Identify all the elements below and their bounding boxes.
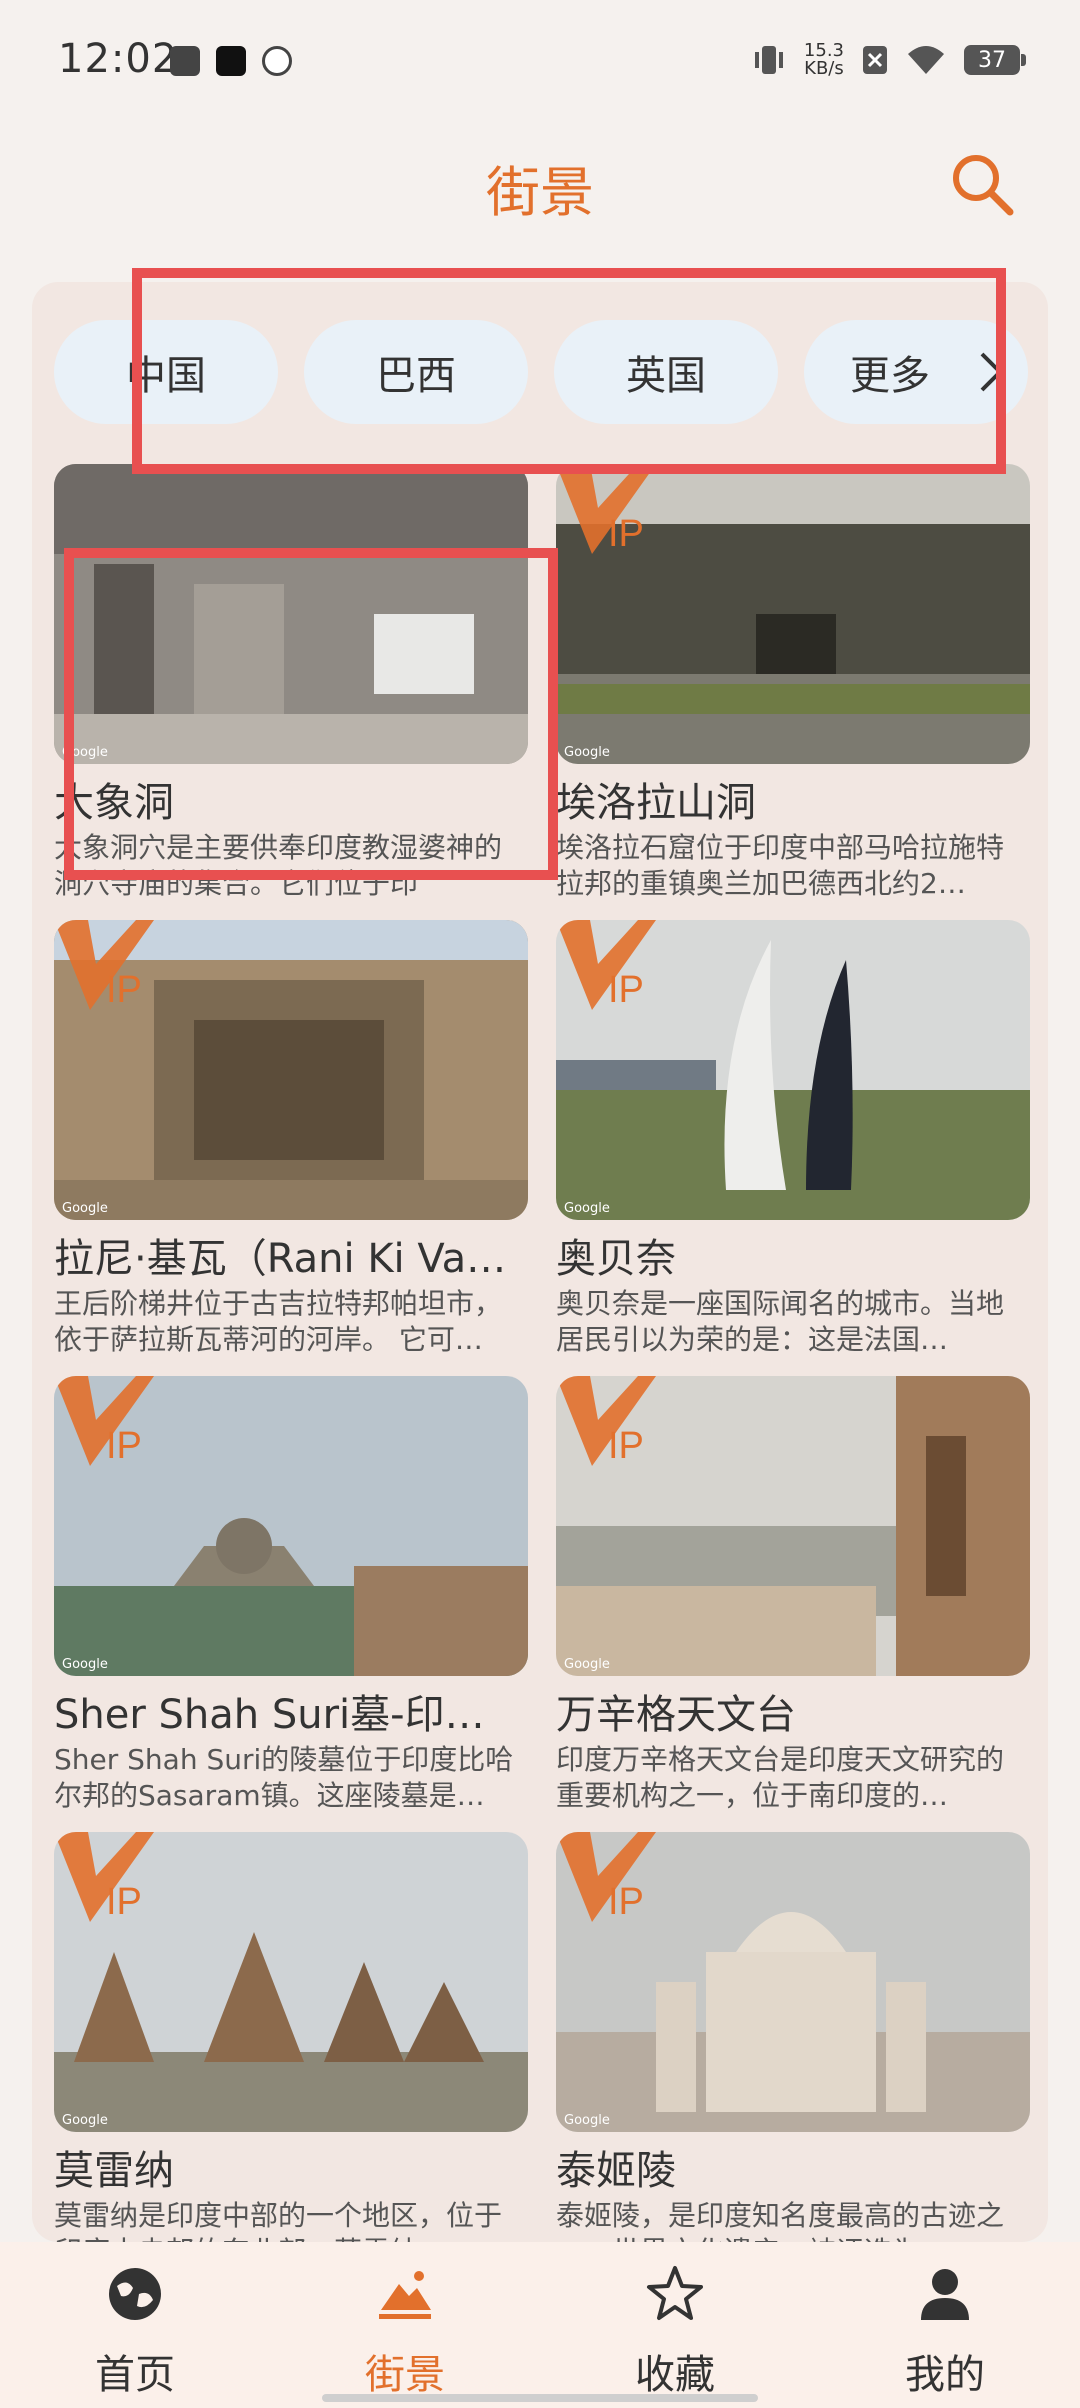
vibrate-icon <box>754 46 783 74</box>
place-name: 万辛格天文台 <box>556 1692 796 1738</box>
svg-text:IP: IP <box>106 1881 142 1923</box>
globe-icon <box>109 2268 161 2320</box>
place-thumbnail: IP Google <box>556 464 1030 764</box>
place-card[interactable]: IP Google 奥贝奈 奥贝奈是一座国际闻名的城市。当地居民引以为荣的是：这… <box>556 920 1030 1358</box>
bottom-nav: 首页 街景 收藏 我的 <box>0 2242 1080 2408</box>
place-description: 王后阶梯井位于古吉拉特邦帕坦市，依于萨拉斯瓦蒂河的河岸。 它可… <box>54 1287 503 1356</box>
place-name: 泰姬陵 <box>556 2148 676 2194</box>
person-icon <box>921 2269 969 2320</box>
home-indicator <box>322 2394 758 2402</box>
place-description: 莫雷纳是印度中部的一个地区，位于印度中央邦的东北部，莫雷纳… <box>54 2199 503 2242</box>
svg-text:IP: IP <box>608 1425 644 1467</box>
net-speed: 15.3 KB/s <box>803 40 844 79</box>
place-name: 奥贝奈 <box>556 1236 676 1282</box>
content-panel: 中国 巴西 英国 更多 Google 大象洞 大象洞穴是主要供奉印度教湿婆神的洞… <box>32 282 1048 2242</box>
place-description: 奥贝奈是一座国际闻名的城市。当地居民引以为荣的是：这是法国… <box>556 1287 1005 1356</box>
wifi-icon <box>908 46 944 74</box>
place-thumbnail: IP Google <box>54 1832 528 2132</box>
place-name: 埃洛拉山洞 <box>556 780 756 826</box>
chip-brazil[interactable]: 巴西 <box>304 320 528 424</box>
place-thumbnail: IP Google <box>556 920 1030 1220</box>
nav-item-favorites[interactable]: 收藏 <box>540 2242 810 2408</box>
place-thumbnail: Google <box>54 464 528 764</box>
country-filter-bar: 中国 巴西 英国 更多 <box>54 320 1028 424</box>
image-credit: Google <box>62 745 108 760</box>
page-title: 街景 <box>486 161 594 224</box>
place-card[interactable]: IP Google Sher Shah Suri墓-印… Sher Shah S… <box>54 1376 528 1814</box>
place-card[interactable]: IP Google 拉尼·基瓦（Rani Ki Vav） 王后阶梯井位于古吉拉特… <box>54 920 528 1358</box>
nav-item-home[interactable]: 首页 <box>0 2242 270 2408</box>
chip-uk[interactable]: 英国 <box>554 320 778 424</box>
search-icon[interactable] <box>948 150 1016 218</box>
image-credit: Google <box>564 1201 610 1216</box>
place-name: 莫雷纳 <box>54 2148 174 2194</box>
place-description: 大象洞穴是主要供奉印度教湿婆神的洞穴寺庙的集合。它们位于印 <box>54 831 503 900</box>
place-description: Sher Shah Suri的陵墓位于印度比哈尔邦的Sasaram镇。这座陵墓是… <box>54 1743 514 1812</box>
place-card[interactable]: IP Google 莫雷纳 莫雷纳是印度中部的一个地区，位于印度中央邦的东北部，… <box>54 1832 528 2242</box>
image-credit: Google <box>564 2113 610 2128</box>
place-name: 大象洞 <box>54 780 174 826</box>
place-description: 泰姬陵，是印度知名度最高的古迹之一，世界文化遗产，被评选为… <box>556 2199 1005 2242</box>
svg-text:IP: IP <box>608 513 644 555</box>
vip-badge-icon: IP <box>556 464 656 555</box>
vip-badge-icon: IP <box>54 920 154 1011</box>
place-description: 印度万辛格天文台是印度天文研究的重要机构之一，位于南印度的… <box>556 1743 1005 1812</box>
place-name: 拉尼·基瓦（Rani Ki Vav） <box>54 1236 528 1282</box>
vip-badge-icon: IP <box>54 1832 154 1923</box>
vip-badge-icon: IP <box>556 920 656 1011</box>
place-thumbnail: IP Google <box>556 1376 1030 1676</box>
status-time: 12:02 <box>58 36 179 82</box>
status-bar: 12:02 15.3 KB/s 37 <box>0 0 1080 120</box>
svg-text:IP: IP <box>106 1425 142 1467</box>
app-icon <box>262 46 292 76</box>
image-credit: Google <box>564 745 610 760</box>
place-thumbnail: IP Google <box>556 1832 1030 2132</box>
image-credit: Google <box>62 1657 108 1672</box>
image-credit: Google <box>62 2113 108 2128</box>
street-view-icon <box>379 2271 431 2319</box>
place-name: Sher Shah Suri墓-印… <box>54 1692 485 1738</box>
nav-item-street-view[interactable]: 街景 <box>270 2242 540 2408</box>
mail-icon <box>170 46 200 76</box>
sim-off-icon <box>863 46 887 74</box>
vip-badge-icon: IP <box>556 1832 656 1923</box>
place-card[interactable]: IP Google 埃洛拉山洞 埃洛拉石窟位于印度中部马哈拉施特拉邦的重镇奥兰加… <box>556 464 1030 902</box>
svg-text:IP: IP <box>106 969 142 1011</box>
battery-indicator: 37 <box>964 45 1026 75</box>
image-credit: Google <box>564 1657 610 1672</box>
vip-badge-icon: IP <box>556 1376 656 1467</box>
place-description: 埃洛拉石窟位于印度中部马哈拉施特拉邦的重镇奥兰加巴德西北约2… <box>556 831 1005 900</box>
chip-more[interactable]: 更多 <box>804 320 1028 424</box>
place-thumbnail: IP Google <box>54 920 528 1220</box>
chevron-right-icon <box>980 352 1003 392</box>
place-thumbnail: IP Google <box>54 1376 528 1676</box>
image-credit: Google <box>62 1201 108 1216</box>
svg-text:IP: IP <box>608 969 644 1011</box>
chip-china[interactable]: 中国 <box>54 320 278 424</box>
nav-item-profile[interactable]: 我的 <box>810 2242 1080 2408</box>
svg-text:IP: IP <box>608 1881 644 1923</box>
place-card[interactable]: Google 大象洞 大象洞穴是主要供奉印度教湿婆神的洞穴寺庙的集合。它们位于印 <box>54 464 528 902</box>
place-card[interactable]: IP Google 万辛格天文台 印度万辛格天文台是印度天文研究的重要机构之一，… <box>556 1376 1030 1814</box>
tiktok-icon <box>216 46 246 76</box>
place-card[interactable]: IP Google 泰姬陵 泰姬陵，是印度知名度最高的古迹之一，世界文化遗产，被… <box>556 1832 1030 2242</box>
vip-badge-icon: IP <box>54 1376 154 1467</box>
star-icon <box>647 2266 703 2320</box>
